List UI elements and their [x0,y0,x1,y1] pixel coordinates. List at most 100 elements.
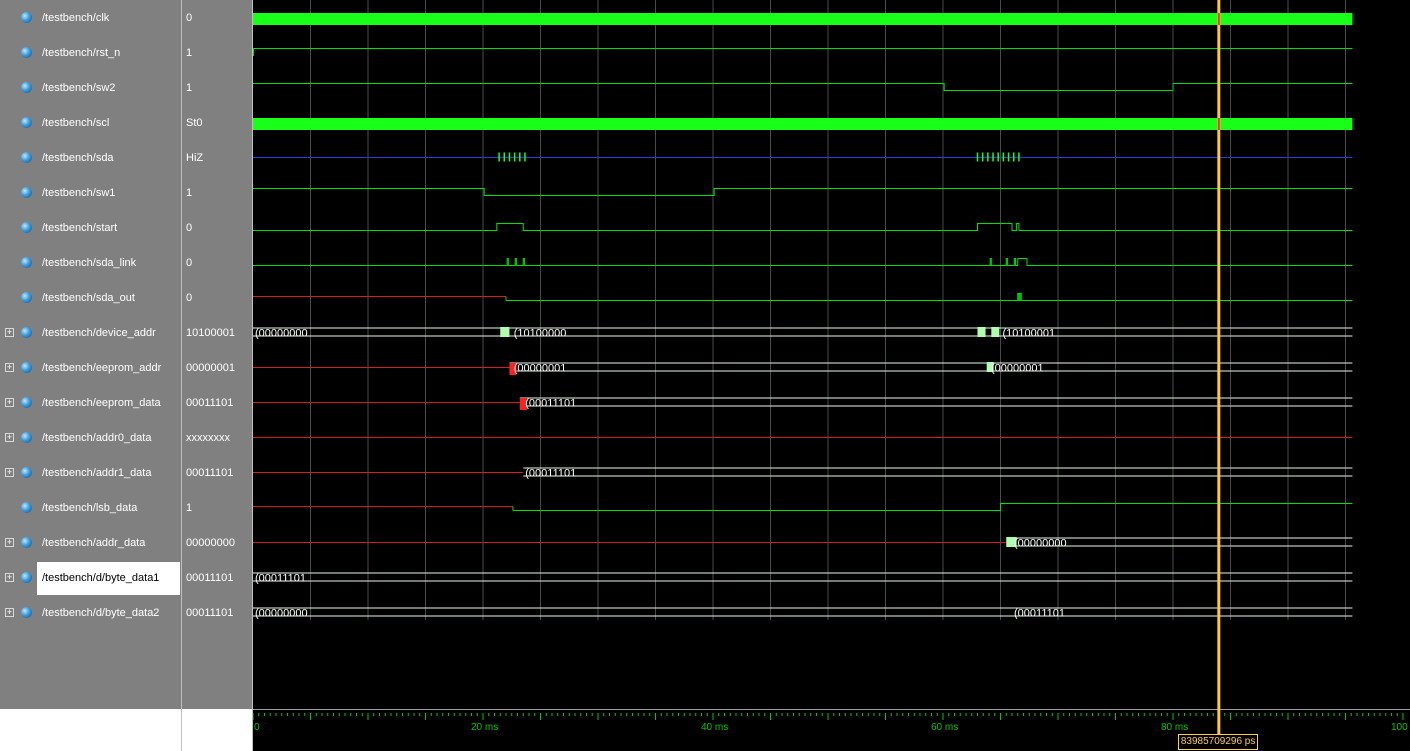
signal-globe-icon [21,607,32,618]
bus-value-label: (00011101 [1014,608,1065,620]
signal-globe-icon [21,327,32,338]
timeline-label: 100 [1391,722,1408,733]
signal-value: 00000000 [186,537,235,549]
signal-row[interactable]: /testbench/addr1_data [0,455,181,490]
signal-name[interactable]: /testbench/sda [42,152,114,164]
signal-name[interactable]: /testbench/eeprom_data [42,397,161,409]
signal-value-row: 1 [182,35,252,70]
expand-icon[interactable] [5,328,14,337]
signal-name[interactable]: /testbench/sda_out [42,292,135,304]
signal-row[interactable]: /testbench/rst_n [0,35,181,70]
signal-row[interactable]: /testbench/sw2 [0,70,181,105]
expand-icon[interactable] [5,398,14,407]
signal-globe-icon [21,222,32,233]
signal-globe-icon [21,467,32,478]
signal-globe-icon [21,502,32,513]
signal-row[interactable]: /testbench/eeprom_addr [0,350,181,385]
signal-row[interactable]: /testbench/scl [0,105,181,140]
signal-name[interactable]: /testbench/sw1 [42,187,115,199]
expand-icon[interactable] [5,363,14,372]
signal-name[interactable]: /testbench/eeprom_addr [42,362,161,374]
signal-value: 10100001 [186,327,235,339]
signal-name[interactable]: /testbench/clk [42,12,109,24]
expand-icon[interactable] [5,608,14,617]
signal-row[interactable]: /testbench/clk [0,0,181,35]
sda_out-wave [506,293,1353,301]
bus-value-label: (00011101 [525,468,576,480]
bus-value-label: (00000000 [1014,538,1067,550]
signal-name[interactable]: /testbench/lsb_data [42,502,137,514]
scl-wave [253,118,1353,130]
signal-name[interactable]: /testbench/addr_data [42,537,145,549]
signal-row[interactable]: /testbench/eeprom_data [0,385,181,420]
signal-value-row: 0 [182,0,252,35]
sw1-wave [253,188,1353,196]
signal-globe-icon [21,257,32,268]
expand-icon[interactable] [5,468,14,477]
bus-transition-marker [977,327,986,337]
signal-row[interactable]: /testbench/start [0,210,181,245]
signal-row[interactable]: /testbench/d/byte_data1 [0,560,181,595]
bus-value-label: (00011101 [525,398,576,410]
signal-globe-icon [21,117,32,128]
signal-value-row: 1 [182,175,252,210]
pane-divider[interactable] [181,0,182,751]
signal-name[interactable]: /testbench/rst_n [42,47,120,59]
signal-value-row: 0 [182,245,252,280]
signal-row[interactable]: /testbench/lsb_data [0,490,181,525]
clk-wave [253,13,1353,25]
signal-row[interactable]: /testbench/addr0_data [0,420,181,455]
signal-value-row: 0 [182,210,252,245]
timeline-label: 60 ms [931,722,958,733]
signal-value-row: 00011101 [182,560,252,595]
cursor-scl-hit [1217,118,1220,130]
signal-row[interactable]: /testbench/sda_link [0,245,181,280]
signal-globe-icon [21,362,32,373]
bus-value-label: (10100000 [514,328,567,340]
signal-value: 0 [186,257,193,269]
signal-globe-icon [21,152,32,163]
signal-globe-icon [21,292,32,303]
signal-value: St0 [186,117,203,129]
waveform-area[interactable]: (00000000 (10100000 (10100001 (00000001 (000… [253,0,1410,751]
signal-name[interactable]: /testbench/sw2 [42,82,115,94]
signal-value-row: 00000001 [182,350,252,385]
bus-wave [253,327,1353,337]
signal-value: 0 [186,292,193,304]
timeline-label: 80 ms [1161,722,1188,733]
signal-values-pane: 0 1 1 St0 HiZ 1 0 0 0 10100001 00000001 00011101 xxx… [182,0,252,709]
signal-globe-icon [21,47,32,58]
cursor-time-label[interactable]: 83985709296 ps [1177,734,1259,750]
signal-row[interactable]: /testbench/sda [0,140,181,175]
signal-name[interactable]: /testbench/sda_link [42,257,136,269]
timeline-label: 20 ms [471,722,498,733]
bus-value-label: (00000001 [514,363,567,375]
signal-value-row: 00000000 [182,525,252,560]
signal-value: HiZ [186,152,204,164]
signal-row[interactable]: /testbench/sw1 [0,175,181,210]
sda_link-wave [253,258,1353,266]
signal-value: 00011101 [186,607,234,619]
signal-row[interactable]: /testbench/device_addr [0,315,181,350]
signal-value-row: 10100001 [182,315,252,350]
expand-icon[interactable] [5,433,14,442]
signal-value-row: 1 [182,70,252,105]
signal-row[interactable]: /testbench/sda_out [0,280,181,315]
signal-row[interactable]: /testbench/d/byte_data2 [0,595,181,630]
signal-name[interactable]: /testbench/device_addr [42,327,156,339]
signal-name[interactable]: /testbench/d/byte_data1 [42,572,159,584]
expand-icon[interactable] [5,573,14,582]
signal-name[interactable]: /testbench/start [42,222,117,234]
signal-name[interactable]: /testbench/scl [42,117,109,129]
timeline-label: 0 [254,722,260,733]
signal-row[interactable]: /testbench/addr_data [0,525,181,560]
sw2-wave [253,83,1353,91]
signal-value-row: HiZ [182,140,252,175]
expand-icon[interactable] [5,538,14,547]
signal-value: 1 [186,82,193,94]
signal-name[interactable]: /testbench/addr0_data [42,432,151,444]
signal-value: 1 [186,502,193,514]
bus-wave [523,467,1353,477]
signal-name[interactable]: /testbench/d/byte_data2 [42,607,159,619]
signal-name[interactable]: /testbench/addr1_data [42,467,151,479]
